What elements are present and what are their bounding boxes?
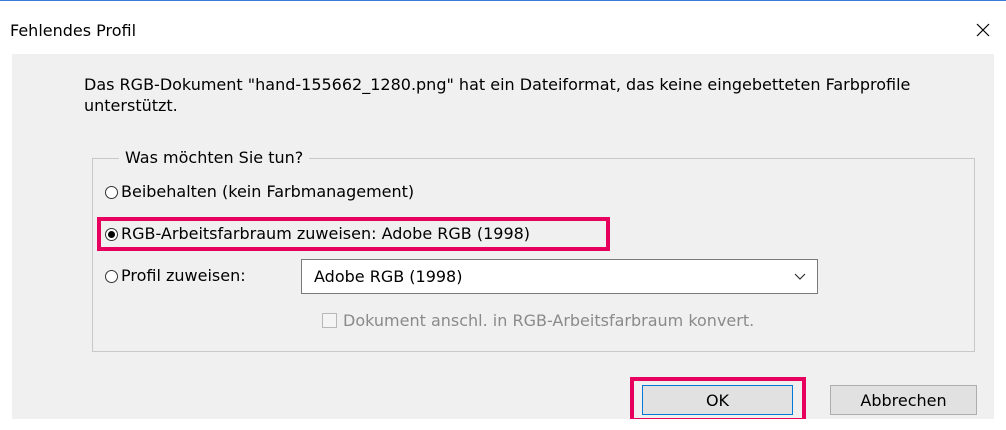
convert-checkbox[interactable]: [322, 313, 337, 328]
title-bar: Fehlendes Profil: [0, 0, 1006, 54]
radio-assign-working[interactable]: [105, 227, 118, 241]
option-assign-working-label: RGB-Arbeitsfarbraum zuweisen: Adobe RGB …: [121, 224, 531, 243]
option-keep[interactable]: Beibehalten (kein Farbmanagement): [105, 182, 414, 202]
cancel-button[interactable]: Abbrechen: [830, 385, 977, 415]
convert-checkbox-label: Dokument anschl. in RGB-Arbeitsfarbraum …: [343, 311, 755, 330]
radio-assign-profile[interactable]: [105, 269, 118, 283]
profile-select[interactable]: Adobe RGB (1998): [301, 259, 818, 294]
dialog-title: Fehlendes Profil: [10, 21, 137, 40]
option-assign-profile-label: Profil zuweisen:: [121, 266, 246, 285]
profile-select-value: Adobe RGB (1998): [314, 267, 463, 286]
radio-keep[interactable]: [105, 185, 118, 199]
option-assign-working[interactable]: RGB-Arbeitsfarbraum zuweisen: Adobe RGB …: [105, 224, 530, 244]
window-border: [0, 0, 1006, 1]
option-keep-label: Beibehalten (kein Farbmanagement): [121, 182, 415, 201]
message-text: Das RGB-Dokument "hand-155662_1280.png" …: [84, 75, 911, 115]
close-icon: [976, 23, 990, 37]
close-button[interactable]: [960, 10, 1006, 50]
dialog-body: Das RGB-Dokument "hand-155662_1280.png" …: [12, 54, 994, 422]
ok-button[interactable]: OK: [642, 385, 793, 415]
option-assign-profile[interactable]: Profil zuweisen:: [105, 266, 246, 286]
chevron-down-icon: [794, 273, 806, 280]
bottom-margin: [0, 419, 1006, 430]
convert-option[interactable]: Dokument anschl. in RGB-Arbeitsfarbraum …: [322, 311, 754, 330]
group-legend: Was möchten Sie tun?: [119, 147, 310, 169]
